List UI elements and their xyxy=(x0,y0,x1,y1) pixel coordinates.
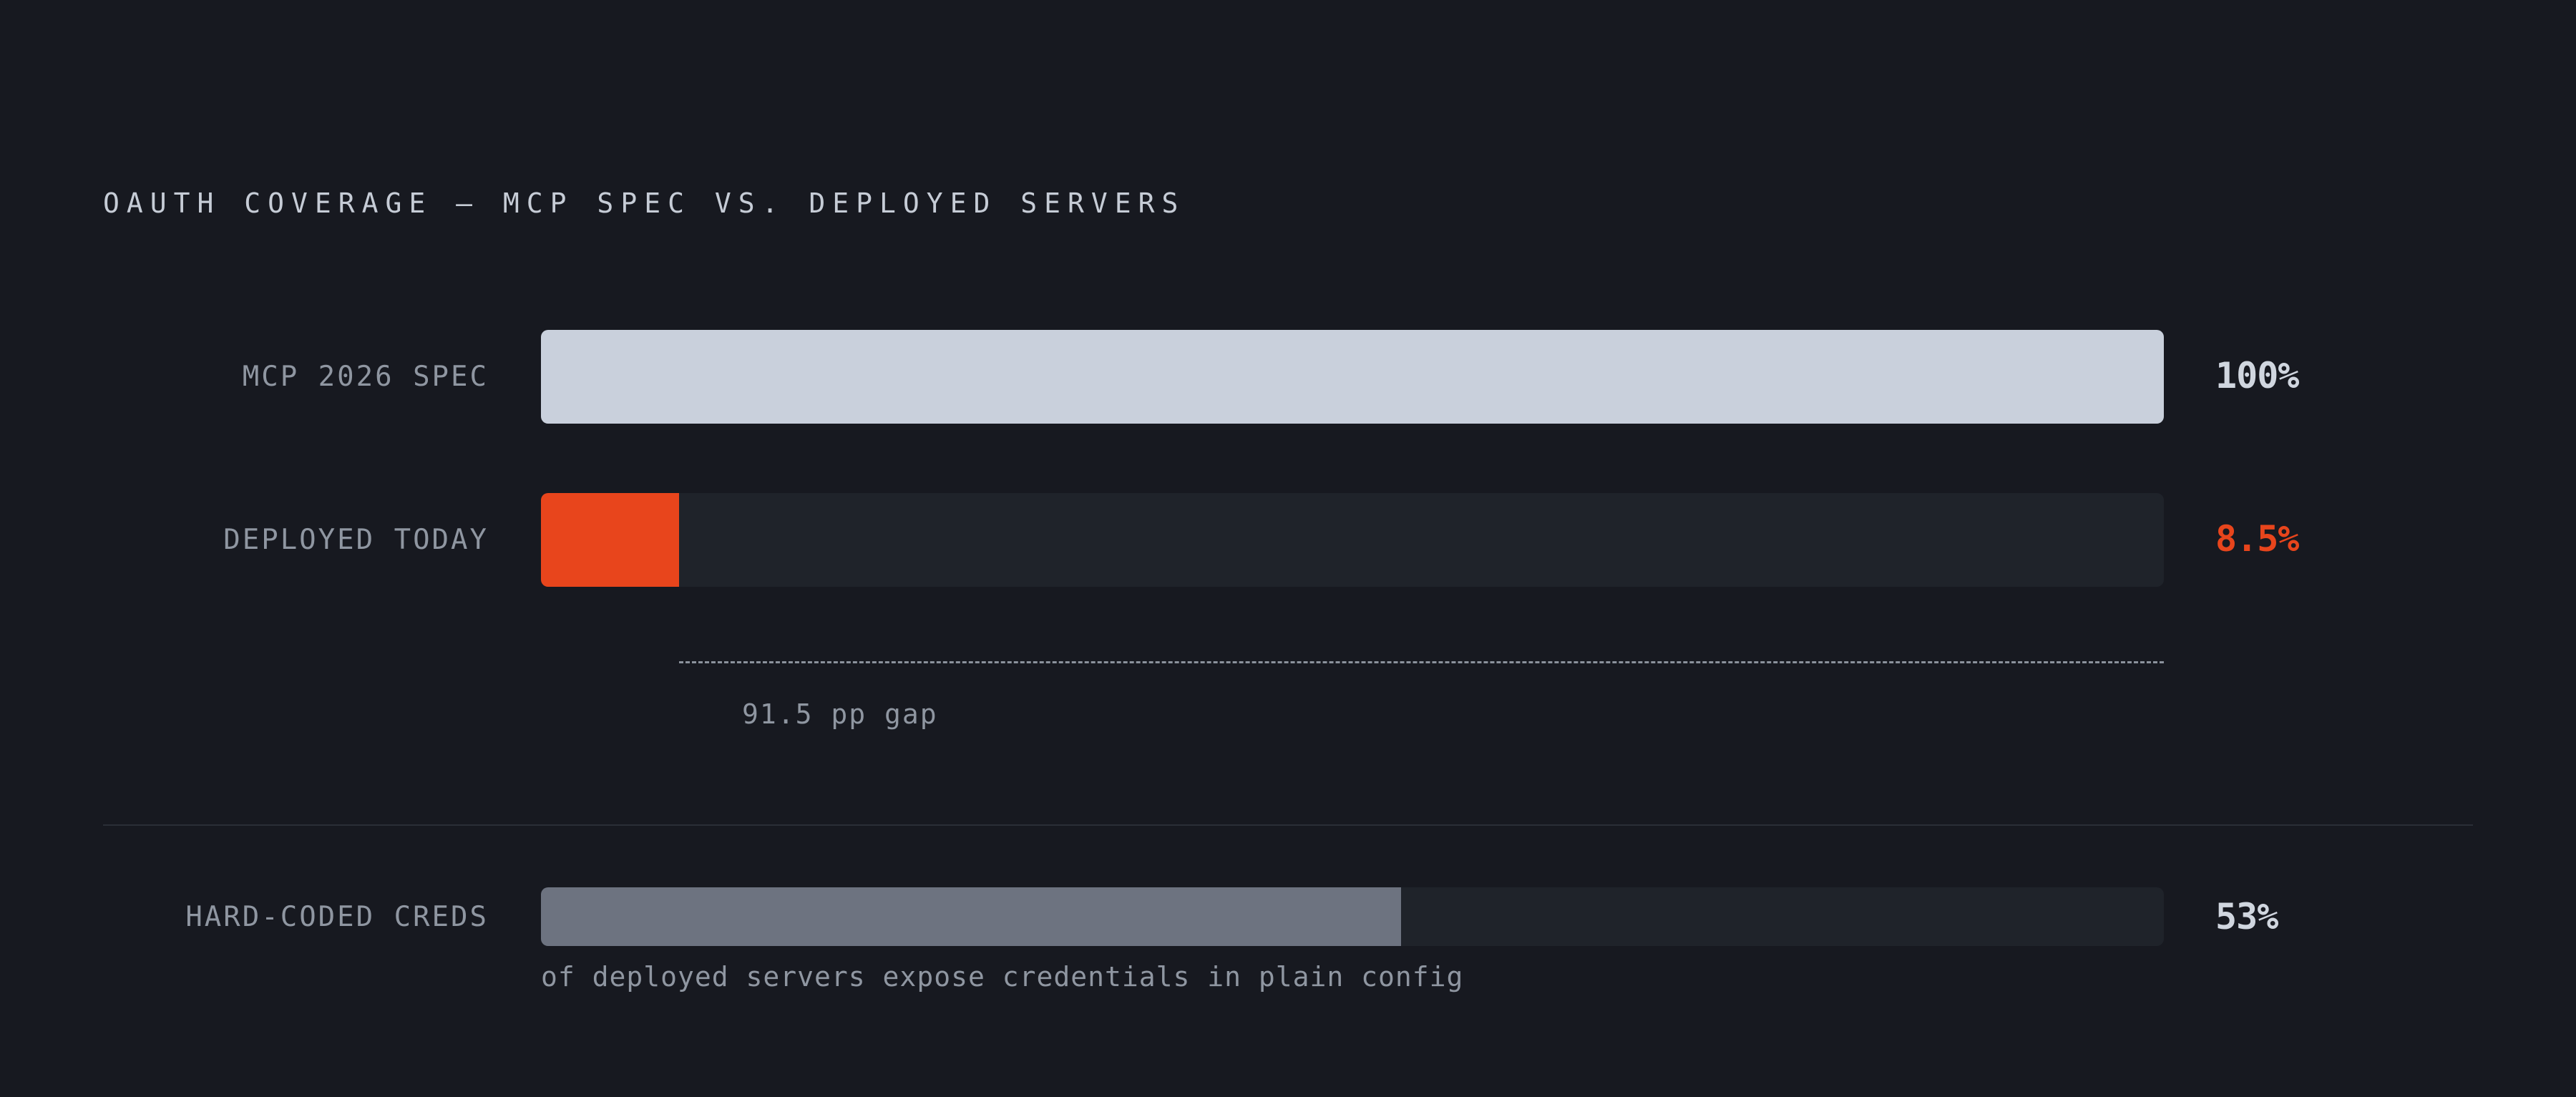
value-label-spec: 100% xyxy=(2215,355,2299,396)
bar-track-creds xyxy=(541,887,2164,946)
value-label-deployed: 8.5% xyxy=(2215,518,2299,560)
row-label-deployed: DEPLOYED TODAY xyxy=(223,524,489,556)
bar-spec xyxy=(541,330,2164,424)
creds-note: of deployed servers expose credentials i… xyxy=(541,961,1464,993)
row-label-spec: MCP 2026 SPEC xyxy=(242,361,489,393)
section-divider xyxy=(103,824,2473,826)
chart-title: OAUTH COVERAGE — MCP SPEC VS. DEPLOYED S… xyxy=(103,187,1186,219)
bar-deployed xyxy=(541,493,679,587)
row-label-creds: HARD-CODED CREDS xyxy=(185,901,489,933)
value-label-creds: 53% xyxy=(2215,896,2278,937)
gap-label: 91.5 pp gap xyxy=(742,698,938,730)
bar-track-deployed xyxy=(541,493,2164,587)
gap-dashed-line xyxy=(678,661,2164,663)
bar-track-spec xyxy=(541,330,2164,424)
bar-creds xyxy=(541,887,1402,946)
